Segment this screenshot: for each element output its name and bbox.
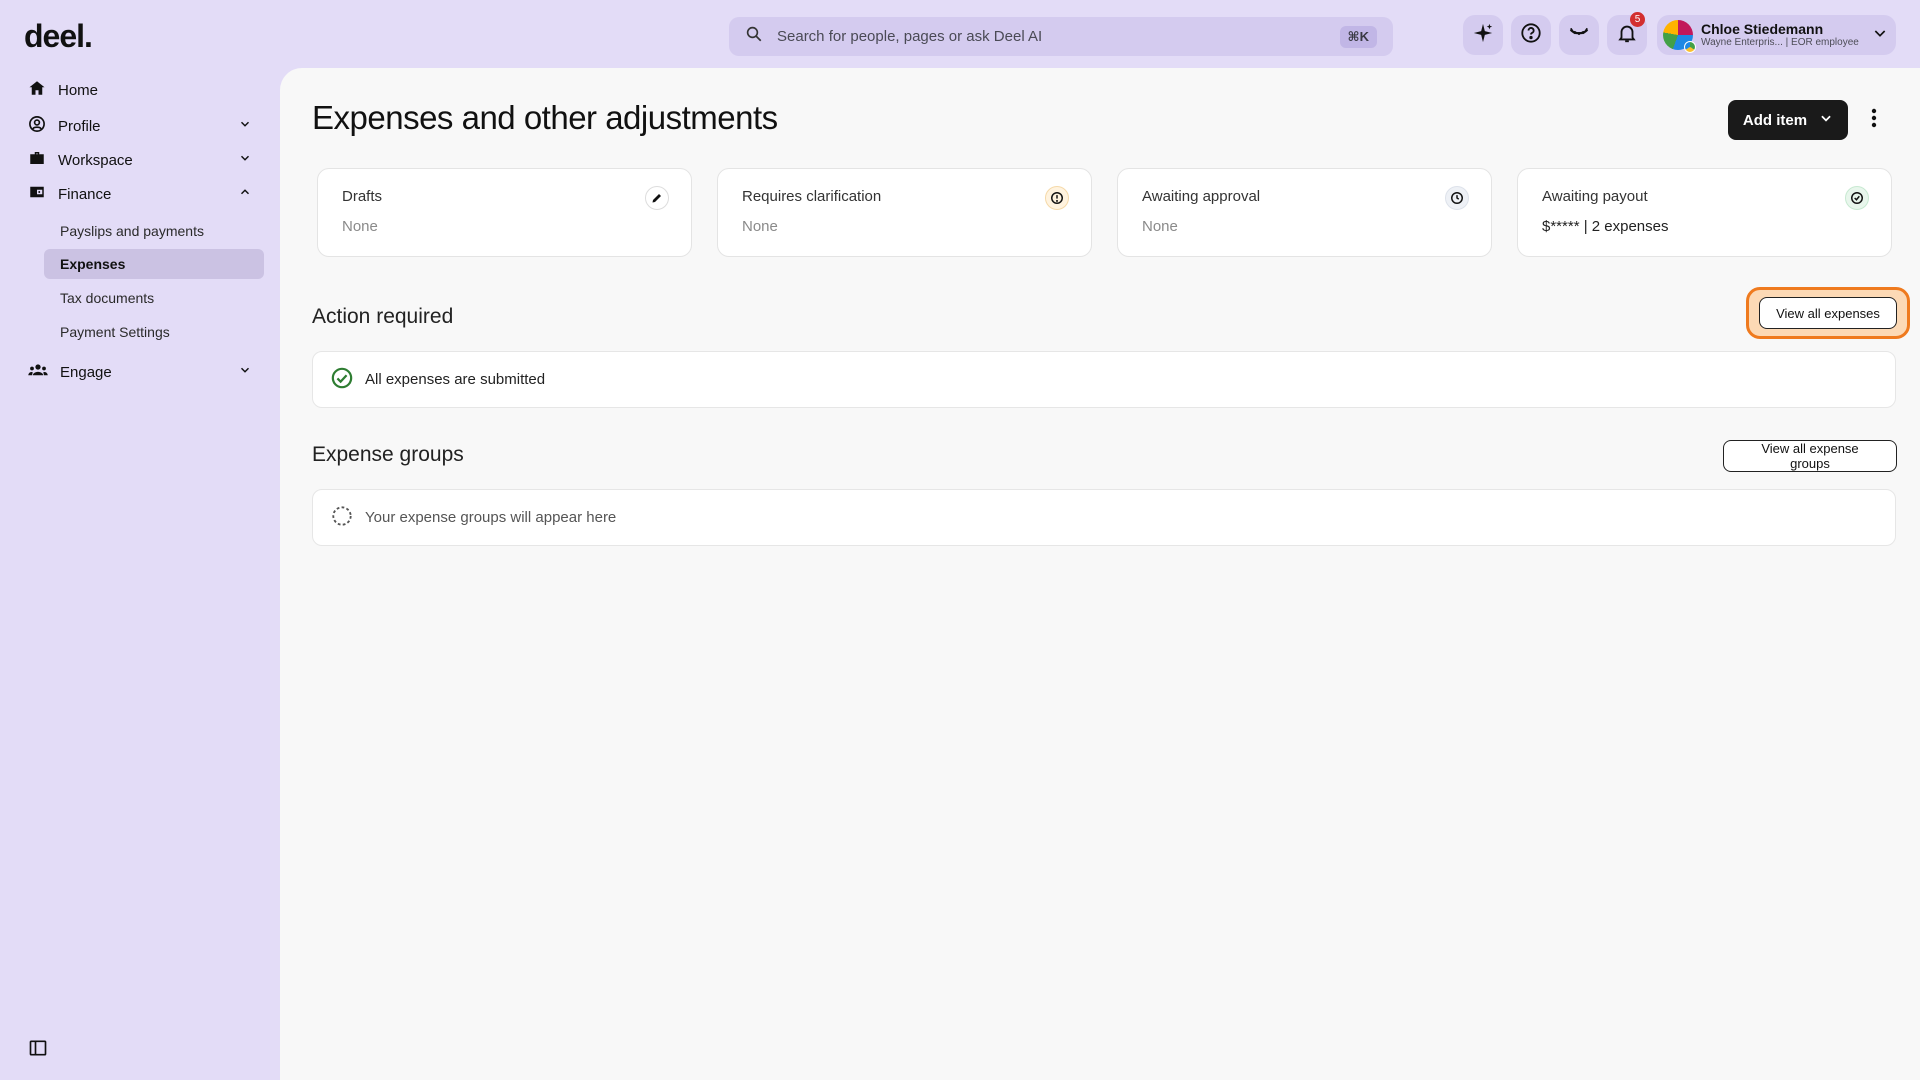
view-all-expenses-button[interactable]: View all expenses <box>1759 297 1897 329</box>
chevron-down-icon <box>1819 111 1833 129</box>
card-title: Awaiting payout <box>1542 188 1648 205</box>
sparkle-icon <box>1472 22 1494 49</box>
eye-closed-icon <box>1567 22 1591 49</box>
card-title: Awaiting approval <box>1142 188 1261 205</box>
status-card-drafts[interactable]: Drafts None <box>317 168 692 257</box>
user-name: Chloe Stiedemann <box>1701 20 1824 37</box>
wallet-icon <box>28 183 46 205</box>
sidebar-subitem-tax-documents[interactable]: Tax documents <box>44 283 264 313</box>
people-icon <box>28 361 48 383</box>
clock-icon <box>1445 186 1469 210</box>
card-value: None <box>342 218 378 235</box>
search-shortcut: ⌘K <box>1339 25 1377 48</box>
company-badge <box>1684 41 1696 53</box>
sidebar-item-label: Finance <box>58 185 112 203</box>
sidebar-item-finance[interactable]: Finance <box>28 181 252 207</box>
user-menu[interactable]: Chloe Stiedemann Wayne Enterpris... | EO… <box>1657 15 1896 55</box>
user-role: Wayne Enterpris... | EOR employee <box>1701 37 1859 49</box>
avatar <box>1663 20 1696 53</box>
sidebar-item-workspace[interactable]: Workspace <box>28 147 252 173</box>
chevron-up-icon <box>238 185 252 203</box>
dashed-circle-icon <box>331 505 353 531</box>
privacy-toggle-button[interactable] <box>1559 15 1599 55</box>
main-content: Expenses and other adjustments Add item … <box>280 68 1920 1080</box>
sidebar-item-label: Home <box>58 81 99 99</box>
chevron-down-icon <box>238 363 252 381</box>
add-item-label: Add item <box>1742 111 1808 129</box>
alert-icon <box>1045 186 1069 210</box>
pencil-icon <box>645 186 669 210</box>
sidebar-item-label: Workspace <box>58 151 133 169</box>
check-circle-icon <box>331 367 353 393</box>
more-options-button[interactable] <box>1871 108 1877 133</box>
global-search[interactable]: Search for people, pages or ask Deel AI … <box>729 17 1393 56</box>
sidebar-item-engage[interactable]: Engage <box>28 359 252 385</box>
notification-count-badge: 5 <box>1630 12 1645 27</box>
card-value: $***** | 2 expenses <box>1542 218 1669 235</box>
search-input[interactable]: Search for people, pages or ask Deel AI <box>777 28 1340 45</box>
sidebar-subitem-expenses[interactable]: Expenses <box>44 249 264 279</box>
sidebar-item-home[interactable]: Home <box>28 77 252 103</box>
ai-button[interactable] <box>1463 15 1503 55</box>
expense-groups-row: Your expense groups will appear here <box>312 489 1896 546</box>
sidebar-item-label: Profile <box>58 117 101 135</box>
briefcase-icon <box>28 149 46 171</box>
sidebar-item-label: Engage <box>60 363 112 381</box>
notifications-button[interactable]: 5 <box>1607 12 1647 55</box>
help-button[interactable] <box>1511 15 1551 55</box>
chevron-down-icon <box>238 117 252 135</box>
card-value: None <box>742 218 778 235</box>
expense-groups-message: Your expense groups will appear here <box>365 509 617 526</box>
profile-icon <box>28 115 46 137</box>
card-title: Drafts <box>342 188 383 205</box>
search-icon <box>745 25 763 48</box>
chevron-down-icon <box>238 151 252 169</box>
status-card-awaiting-approval[interactable]: Awaiting approval None <box>1117 168 1492 257</box>
card-title: Requires clarification <box>742 188 882 205</box>
sidebar-item-profile[interactable]: Profile <box>28 113 252 139</box>
kebab-menu-icon <box>1871 108 1877 132</box>
check-circle-icon <box>1845 186 1869 210</box>
status-card-awaiting-payout[interactable]: Awaiting payout $***** | 2 expenses <box>1517 168 1892 257</box>
sidebar-toggle-icon <box>28 1040 48 1062</box>
deel-logo[interactable]: deel. <box>24 18 93 55</box>
action-required-title: Action required <box>312 305 454 328</box>
home-icon <box>28 79 46 101</box>
action-required-row: All expenses are submitted <box>312 351 1896 408</box>
status-card-requires-clarification[interactable]: Requires clarification None <box>717 168 1092 257</box>
card-value: None <box>1142 218 1178 235</box>
view-all-expense-groups-button[interactable]: View all expense groups <box>1723 440 1897 472</box>
sidebar-subitem-payment-settings[interactable]: Payment Settings <box>44 317 264 347</box>
add-item-button[interactable]: Add item <box>1728 100 1848 140</box>
page-title: Expenses and other adjustments <box>312 99 778 136</box>
collapse-sidebar-button[interactable] <box>28 1038 48 1063</box>
chevron-down-icon <box>1872 25 1888 46</box>
sidebar-subitem-payslips[interactable]: Payslips and payments <box>44 216 264 246</box>
expense-groups-title: Expense groups <box>312 443 464 466</box>
help-icon <box>1520 22 1542 49</box>
action-required-message: All expenses are submitted <box>365 371 546 388</box>
